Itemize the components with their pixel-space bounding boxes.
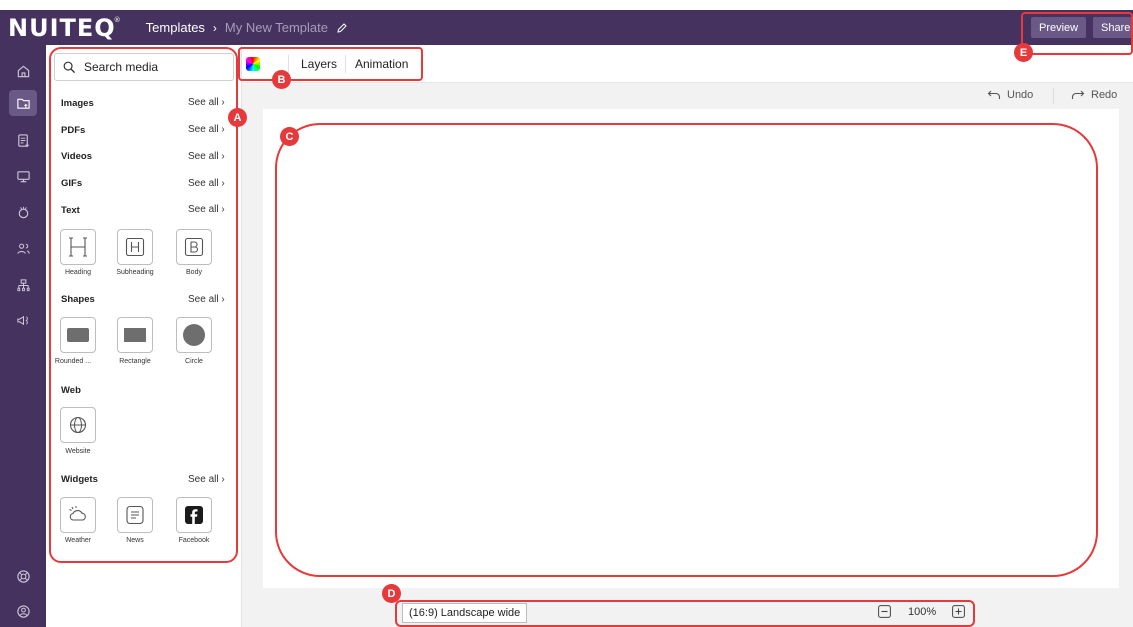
nav-rail [0,45,46,627]
redo-button[interactable]: Redo [1071,89,1117,101]
redo-label: Redo [1091,89,1118,101]
apps-icon [18,206,28,218]
undo-icon [987,90,1001,99]
rail-item-content[interactable] [9,127,37,153]
rail-item-broadcast[interactable] [9,307,37,333]
rail-item-users[interactable] [9,235,37,261]
broadcast-icon [16,315,28,325]
callout-c-badge: C [280,127,299,146]
breadcrumb-current: My New Template [224,20,328,35]
callout-e-badge: E [1014,43,1033,62]
rail-item-help[interactable] [9,563,37,589]
callout-e-box [1021,12,1133,55]
logo-text: NUITEQ [8,13,116,42]
rail-item-hierarchy[interactable] [9,272,37,298]
logo-registered-mark: ® [113,15,122,24]
breadcrumb-root[interactable]: Templates [146,20,205,35]
redo-icon [1071,90,1085,99]
users-icon [16,243,30,254]
help-icon [16,569,30,583]
app-window: NUITEQ ® Templates › My New Template Prev… [0,0,1133,627]
callout-d-badge: D [382,584,401,603]
undo-button[interactable]: Undo [987,89,1033,101]
rail-item-home[interactable] [9,58,37,84]
rail-item-media[interactable] [9,90,37,116]
undo-label: Undo [1007,89,1034,101]
breadcrumb-separator: › [212,20,217,35]
pencil-icon[interactable] [336,22,348,34]
rail-item-apps[interactable] [9,199,37,225]
rail-item-account[interactable] [9,598,37,624]
rail-item-screens[interactable] [9,163,37,189]
account-icon [16,604,30,618]
home-icon [17,65,29,77]
screens-icon [16,170,30,182]
breadcrumb: Templates › My New Template [146,20,348,35]
media-folder-icon [16,98,30,109]
callout-d-box [395,600,975,627]
top-bar: NUITEQ ® Templates › My New Template Prev… [0,10,1133,45]
history-divider [1053,88,1054,104]
content-icon [17,133,29,147]
callout-b-badge: B [272,70,291,89]
callout-b-box [238,47,423,81]
hierarchy-icon [16,278,30,291]
logo[interactable]: NUITEQ ® [8,13,121,42]
callout-c-box [275,123,1098,577]
callout-a-box [49,47,238,563]
callout-a-badge: A [228,108,247,127]
